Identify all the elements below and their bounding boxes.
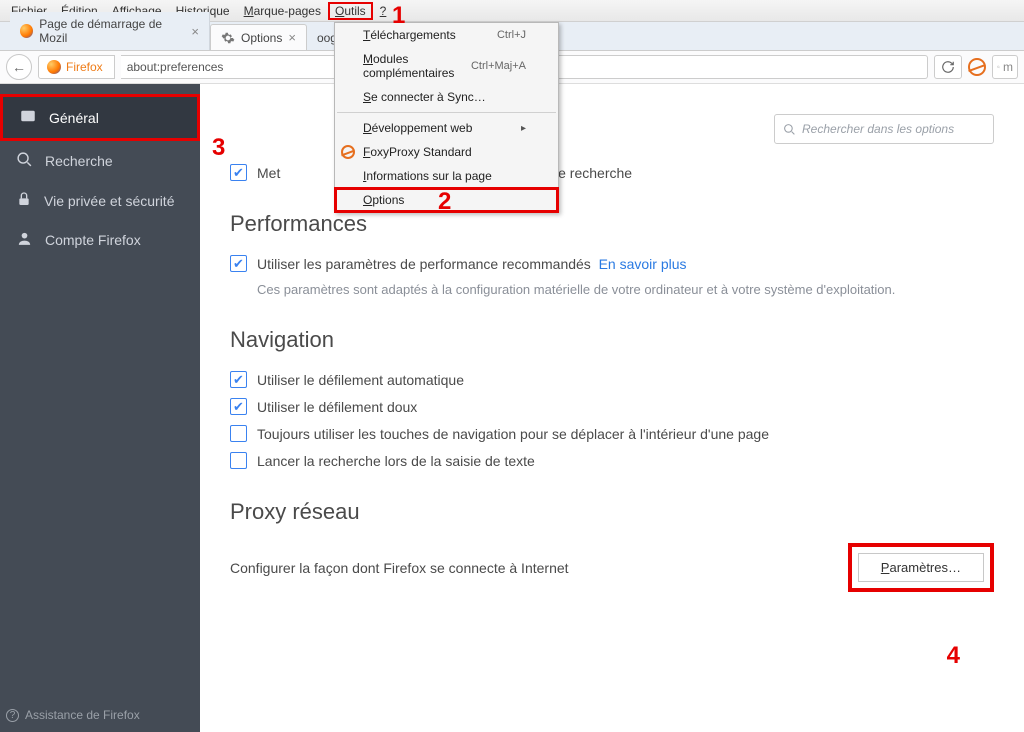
menu-item-t-l-chargements[interactable]: Téléchargements Ctrl+J — [335, 23, 558, 47]
sidebar-item-compte-firefox[interactable]: Compte Firefox — [0, 220, 200, 260]
nav-check-label: Toujours utiliser les touches de navigat… — [257, 426, 769, 442]
sidebar-item-label: Recherche — [45, 153, 113, 169]
identity-label: Firefox — [66, 60, 103, 74]
menu-shortcut: Ctrl+J — [497, 29, 526, 41]
tab-label: Options — [241, 31, 282, 45]
section-title-performances: Performances — [230, 211, 994, 237]
section-title-proxy: Proxy réseau — [230, 499, 994, 525]
sidebar: Général Recherche Vie privée et sécurité Co… — [0, 84, 200, 732]
nav-checkbox[interactable] — [230, 398, 247, 415]
menu-?[interactable]: ? — [373, 2, 394, 20]
menu-item-label: Développement web — [363, 121, 472, 135]
general-icon — [19, 107, 37, 128]
firefox-icon — [47, 60, 61, 74]
menu-marque-pages[interactable]: Marque-pages — [237, 2, 328, 20]
menu-item-label: Se connecter à Sync… — [363, 90, 486, 104]
lock-icon — [16, 191, 32, 210]
back-button[interactable]: ← — [6, 54, 32, 80]
menu-outils[interactable]: Outils — [328, 2, 373, 20]
menu-item-d-veloppement-web[interactable]: Développement web — [335, 116, 558, 140]
foxyproxy-icon — [341, 145, 355, 159]
annotation-3: 3 — [212, 134, 225, 162]
nav-check-label: Utiliser le défilement doux — [257, 399, 417, 415]
tab[interactable]: Page de démarrage de Mozil × — [10, 12, 210, 50]
proxy-settings-button[interactable]: Paramètres… — [858, 553, 984, 582]
perf-check-label: Utiliser les paramètres de performance r… — [257, 256, 591, 272]
sidebar-item-label: Compte Firefox — [45, 232, 141, 248]
sidebar-item-vie-privée-et-sécurité[interactable]: Vie privée et sécurité — [0, 181, 200, 220]
menu-shortcut: Ctrl+Maj+A — [471, 60, 526, 72]
menu-item-informations-sur-la-page[interactable]: Informations sur la page — [335, 164, 558, 188]
annotation-4: 4 — [947, 642, 960, 670]
nav-check-label: Lancer la recherche lors de la saisie de… — [257, 453, 535, 469]
section-title-navigation: Navigation — [230, 327, 994, 353]
menu-item-foxyproxy-standard[interactable]: FoxyProxy Standard — [335, 140, 558, 164]
nav-checkbox[interactable] — [230, 452, 247, 469]
sidebar-item-label: Général — [49, 110, 99, 126]
options-search[interactable]: Rechercher dans les options — [774, 114, 994, 144]
sidebar-footer[interactable]: ?Assistance de Firefox — [0, 698, 200, 732]
firefox-icon — [20, 24, 33, 38]
check-label-right: de recherche — [550, 165, 632, 181]
menu-item-modules-compl-mentaires[interactable]: Modules complémentairesCtrl+Maj+A — [335, 47, 558, 85]
perf-recommended-checkbox[interactable] — [230, 255, 247, 272]
default-search-checkbox[interactable] — [230, 164, 247, 181]
close-icon[interactable]: × — [288, 30, 296, 45]
annotation-1: 1 — [392, 2, 405, 30]
menu-item-label: FoxyProxy Standard — [363, 145, 472, 159]
search-icon — [16, 151, 33, 171]
search-hint: m — [1003, 60, 1013, 74]
foxyproxy-icon[interactable] — [968, 58, 986, 76]
nav-check-label: Utiliser le défilement automatique — [257, 372, 464, 388]
menu-item-label: Options — [363, 193, 404, 207]
menu-item-label: Téléchargements — [363, 28, 456, 42]
highlight-box-4: Paramètres… — [848, 543, 994, 592]
tools-dropdown: Téléchargements Ctrl+J Modules complémenta… — [334, 22, 559, 213]
learn-more-link[interactable]: En savoir plus — [599, 256, 687, 272]
annotation-2: 2 — [438, 188, 451, 216]
tab-label: Page de démarrage de Mozil — [39, 17, 185, 45]
sidebar-item-général[interactable]: Général — [0, 94, 200, 141]
reload-button[interactable] — [934, 55, 962, 79]
check-label-left: Met — [257, 165, 280, 181]
close-icon[interactable]: × — [191, 24, 199, 39]
identity-box[interactable]: Firefox — [38, 55, 115, 79]
sidebar-item-label: Vie privée et sécurité — [44, 193, 174, 209]
search-box[interactable]: m — [992, 55, 1018, 79]
content-area: Rechercher dans les options Met de reche… — [200, 84, 1024, 732]
menu-item-label: Informations sur la page — [363, 169, 492, 183]
person-icon — [16, 230, 33, 250]
tab[interactable]: Options × — [210, 24, 307, 50]
menu-item-se-connecter-sync-[interactable]: Se connecter à Sync… — [335, 85, 558, 109]
gear-icon — [221, 31, 235, 45]
nav-checkbox[interactable] — [230, 371, 247, 388]
perf-note: Ces paramètres sont adaptés à la configu… — [257, 282, 994, 297]
options-search-placeholder: Rechercher dans les options — [802, 122, 954, 136]
proxy-desc: Configurer la façon dont Firefox se conn… — [230, 560, 569, 576]
nav-checkbox[interactable] — [230, 425, 247, 442]
menu-item-label: Modules complémentaires — [363, 52, 471, 80]
sidebar-item-recherche[interactable]: Recherche — [0, 141, 200, 181]
